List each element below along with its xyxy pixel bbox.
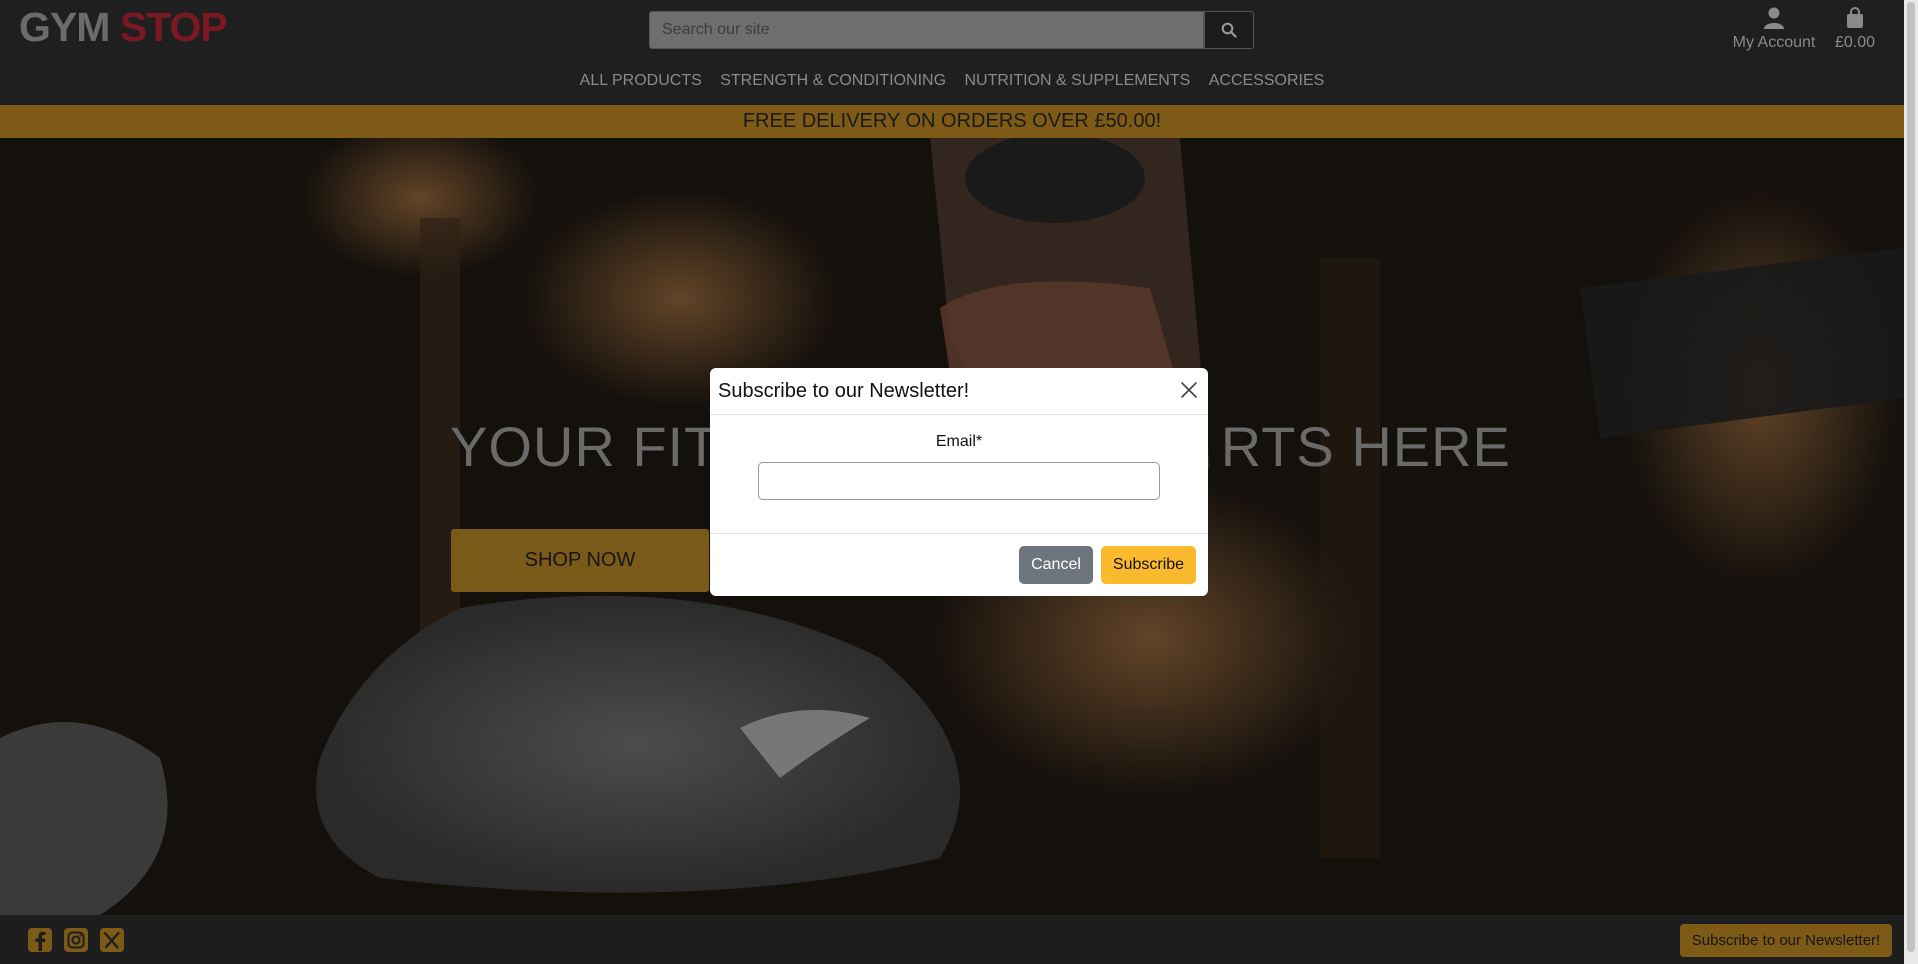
email-field[interactable] (758, 462, 1160, 500)
email-label: Email* (935, 433, 983, 450)
page: GYM STOP My Account (0, 0, 1904, 964)
newsletter-modal: Subscribe to our Newsletter! Email* Canc… (710, 368, 1208, 596)
modal-title: Subscribe to our Newsletter! (718, 380, 970, 402)
scrollbar-thumb[interactable] (1907, 2, 1915, 952)
subscribe-button[interactable]: Subscribe (1101, 546, 1196, 584)
page-scrollbar[interactable] (1904, 0, 1918, 964)
close-icon[interactable] (1180, 381, 1198, 399)
modal-header: Subscribe to our Newsletter! (710, 368, 1208, 415)
modal-divider (710, 533, 1208, 534)
cancel-button[interactable]: Cancel (1019, 546, 1093, 584)
